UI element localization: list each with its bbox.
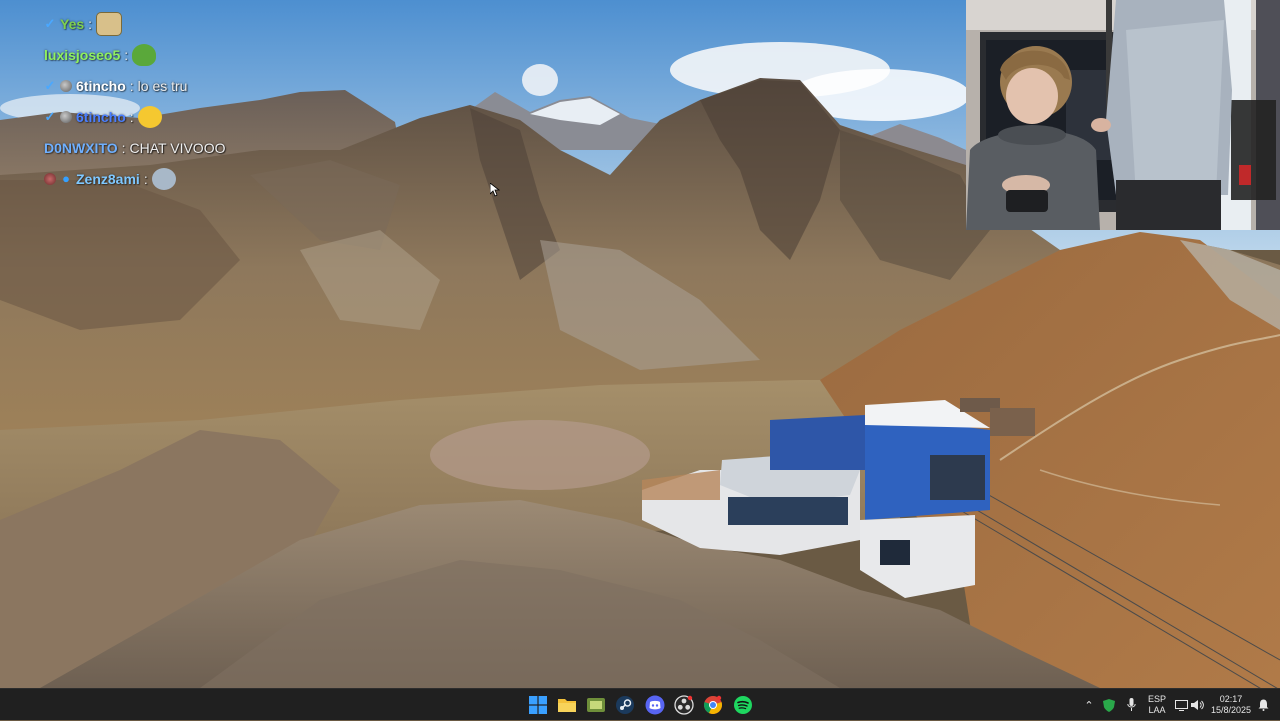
chat-username: 6tincho — [76, 108, 126, 125]
security-tray-icon[interactable] — [1101, 689, 1117, 721]
chat-username: Yes — [60, 15, 85, 32]
windows-start-icon[interactable] — [526, 693, 550, 717]
clock-date: 15/8/2025 — [1210, 705, 1252, 715]
chat-colon: : — [88, 15, 93, 32]
chat-colon: : — [129, 108, 134, 125]
microphone-icon[interactable] — [1124, 689, 1138, 721]
game-app-icon[interactable] — [584, 693, 608, 717]
chat-text: CHAT VIVOOO — [129, 139, 226, 156]
chat-message: ✓ 6tincho : lo es tru — [44, 70, 304, 101]
laugh-emote-icon — [137, 105, 162, 128]
chat-message: D0NWXITO : CHAT VIVOOO — [44, 132, 304, 163]
chat-username: D0NWXITO — [44, 139, 118, 156]
avatar — [44, 172, 56, 185]
clock-time: 02:17 — [1219, 694, 1243, 704]
user-badge-icon — [60, 79, 72, 92]
chat-colon: : — [121, 139, 126, 156]
chat-colon: : — [129, 77, 134, 94]
taskbar: ⌃ ESP LAA 02:17 15/8/2025 — [0, 688, 1280, 720]
notification-bell-icon[interactable] — [1256, 689, 1270, 721]
verified-badge-icon: ✓ — [44, 77, 56, 93]
language-indicator[interactable]: ESP LAA — [1144, 689, 1170, 721]
face-emote-icon — [151, 167, 176, 190]
verified-badge-icon: ✓ — [44, 108, 56, 124]
chat-text: lo es tru — [137, 77, 188, 94]
spotify-icon[interactable] — [731, 693, 755, 717]
user-badge-icon — [60, 110, 72, 123]
verified-badge-icon: ✓ — [44, 15, 56, 31]
webcam-feed — [966, 0, 1280, 230]
discord-icon[interactable] — [643, 693, 667, 717]
network-icon[interactable] — [1174, 689, 1188, 721]
chat-message: ● Zenz8ami : — [44, 163, 304, 194]
chat-colon: : — [124, 46, 129, 63]
chat-message: ✓ 6tincho : — [44, 101, 304, 132]
obs-icon[interactable] — [672, 693, 696, 717]
chrome-icon[interactable] — [701, 693, 725, 717]
pepe-emote-icon — [132, 43, 157, 66]
chat-username: Zenz8ami — [76, 170, 140, 187]
file-explorer-icon[interactable] — [555, 693, 579, 717]
chat-username: luxisjoseo5 — [44, 46, 121, 63]
clock[interactable]: 02:17 15/8/2025 — [1208, 689, 1254, 721]
chat-colon: : — [143, 170, 148, 187]
mouse-cursor-icon — [490, 183, 500, 197]
chat-username: 6tincho — [76, 77, 126, 94]
chat-message: luxisjoseo5 : — [44, 39, 304, 70]
chat-message: ✓ Yes : — [44, 8, 304, 39]
keyboard-layout-code: LAA — [1148, 705, 1166, 715]
volume-icon[interactable] — [1190, 689, 1204, 721]
steam-icon[interactable] — [613, 693, 637, 717]
verified-badge-icon: ● — [62, 170, 70, 186]
hamster-emote-icon — [96, 11, 123, 36]
show-hidden-icons-chevron-up-icon[interactable]: ⌃ — [1082, 689, 1096, 721]
language-code: ESP — [1147, 694, 1166, 704]
chat-overlay: ✓ Yes : luxisjoseo5 : ✓ 6tincho : lo es … — [44, 8, 304, 194]
